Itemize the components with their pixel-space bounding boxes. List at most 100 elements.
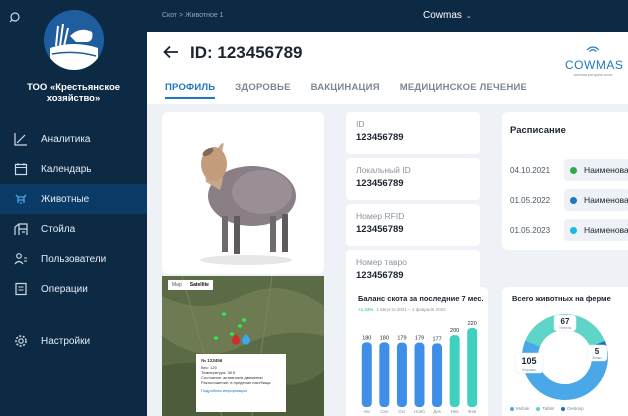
tab-profile[interactable]: ПРОФИЛЬ [165,82,216,99]
legend-dot-icon [536,406,541,411]
sidebar-item-operations[interactable]: Операции [0,274,147,304]
chevron-down-icon: ⌄ [465,13,472,20]
animal-marker-icon[interactable] [232,332,240,350]
bar-Сен [379,342,390,407]
search-icon[interactable] [9,10,21,28]
calendar-icon [14,162,28,176]
map-type-switch: Map Satellite [168,280,213,290]
sidebar-item-stalls[interactable]: Стойла [0,214,147,244]
bar-Нояб [414,342,425,407]
field-local-id: Локальный ID 123456789 [346,158,480,200]
page-title: ID: 123456789 [190,43,303,62]
sidebar-item-settings[interactable]: Настройки [0,326,147,356]
schedule-item: Наименование [564,219,628,241]
bar-Окт [396,342,407,407]
schedule-title: Расписание [510,125,566,136]
sidebar-item-label: Стойла [41,223,76,235]
field-id: ID 123456789 [346,112,480,154]
popup-line: Расположение: в пределах пастбища [201,380,271,385]
sidebar-item-users[interactable]: Пользователи [0,244,147,274]
map-view-button[interactable]: Map [168,280,186,290]
breadcrumb[interactable]: Скот > Животное 1 [162,12,224,19]
schedule-item: Наименование [564,189,628,211]
tab-medical-treatment[interactable]: МЕДИЦИНСКОЕ ЛЕЧЕНИЕ [400,82,527,99]
x-tick-label: Дек [433,409,441,414]
x-tick-label: Фев [468,409,477,414]
sidebar-menu: Аналитика Календарь Животные Стойла Поль… [0,124,147,356]
sidebar-item-label: Аналитика [41,133,91,145]
field-value: 123456789 [356,178,404,189]
users-icon [14,252,28,266]
x-tick-label: Янв [451,409,460,414]
bar-value-label: 220 [468,321,477,327]
field-value: 123456789 [356,132,404,143]
sidebar: ТОО «Крестьянское хозяйство» Аналитика К… [0,0,147,416]
schedule-item-name: Наименование [584,225,628,235]
donut-chart: 67Телята 5Быки 105 Коровы [514,314,608,400]
field-label: ID [356,119,365,129]
schedule-date: 04.10.2021 [510,165,551,175]
total-animals-card: Всего животных на ферме 67 Телята 5 Быки 105… [502,287,628,416]
legend-dot-icon [561,406,566,411]
schedule-card: Расписание 04.10.2021 Наименование 01.05… [502,112,628,250]
legend-label: Desktop [567,406,584,411]
back-arrow-icon[interactable] [163,45,179,64]
legend-item: Desktop [561,406,584,411]
bar-value-label: 180 [362,335,371,341]
field-brand-number: Номер тавро 123456789 [346,250,480,292]
balance-chart-card: Баланс скота за последние 7 мес. +1,43% 1… [346,287,488,416]
bar-value-label: 179 [397,336,406,342]
chart-legend: Mobile Tablet Desktop [510,406,591,411]
x-tick-label: Окт [398,409,406,414]
field-value: 123456789 [356,270,404,281]
farm-switcher-label: Cowmas [423,10,462,21]
sidebar-item-analytics[interactable]: Аналитика [0,124,147,154]
wifi-icon [586,46,600,52]
animal-photo [162,112,324,274]
schedule-row[interactable]: 01.05.2023 Наименование [510,219,628,241]
popup-detail-link[interactable]: Подробная информация [201,388,281,393]
status-dot-icon [570,226,577,234]
legend-item: Mobile [510,406,529,411]
field-rfid: Номер RFID 123456789 [346,204,480,246]
tab-vaccination[interactable]: ВАКЦИНАЦИЯ [311,82,380,99]
donut-category-label: Коровы [522,368,536,372]
sidebar-item-calendar[interactable]: Календарь [0,154,147,184]
tab-health[interactable]: ЗДОРОВЬЕ [235,82,290,99]
schedule-item-name: Наименование [584,165,628,175]
tab-bar: ПРОФИЛЬ ЗДОРОВЬЕ ВАКЦИНАЦИЯ МЕДИЦИНСКОЕ … [165,82,547,99]
schedule-item: Наименование [564,159,628,181]
bar-value-label: 179 [415,336,424,342]
animal-header: ID: 123456789 COWMAS система контроля ск… [147,32,628,104]
bar-Янв [449,335,460,407]
bar-value-label: 180 [380,335,389,341]
schedule-date: 01.05.2023 [510,225,551,235]
x-tick-label: Нояб [414,409,425,414]
field-value: 123456789 [356,224,404,235]
bar-Дек [432,343,443,407]
org-name: ТОО «Крестьянское хозяйство» [26,82,121,104]
schedule-row[interactable]: 04.10.2021 Наименование [510,159,628,181]
bar-Авг [361,342,372,407]
x-tick-label: Сен [380,409,389,414]
field-label: Номер RFID [356,211,405,221]
location-map[interactable]: Map Satellite № 123456 Вес: 120 Температ… [162,276,324,416]
farm-switcher[interactable]: Cowmas ⌄ [423,10,472,21]
sidebar-item-label: Животные [41,193,90,205]
water-point-icon[interactable] [242,332,250,350]
logo-tagline: система контроля скота [573,73,613,77]
schedule-date: 01.05.2022 [510,195,551,205]
popup-title: № 123456 [201,358,223,363]
satellite-view-button[interactable]: Satellite [186,280,213,290]
sidebar-item-label: Пользователи [41,253,107,265]
donut-value-label: 5 [595,347,600,356]
sidebar-item-animals[interactable]: Животные [0,184,147,214]
top-bar: Скот > Животное 1 Cowmas ⌄ [147,0,628,32]
donut-category-label: Телята [559,326,572,330]
bar-chart: 180 Авг 180 Сен 179 Окт 179 Нояб 177 Дек 200 Янв 220… [361,321,478,414]
donut-category-label: Быки [592,356,601,360]
schedule-row[interactable]: 01.05.2022 Наименование [510,189,628,211]
field-label: Локальный ID [356,165,411,175]
bar-Фев [467,327,478,407]
legend-dot-icon [510,406,514,411]
